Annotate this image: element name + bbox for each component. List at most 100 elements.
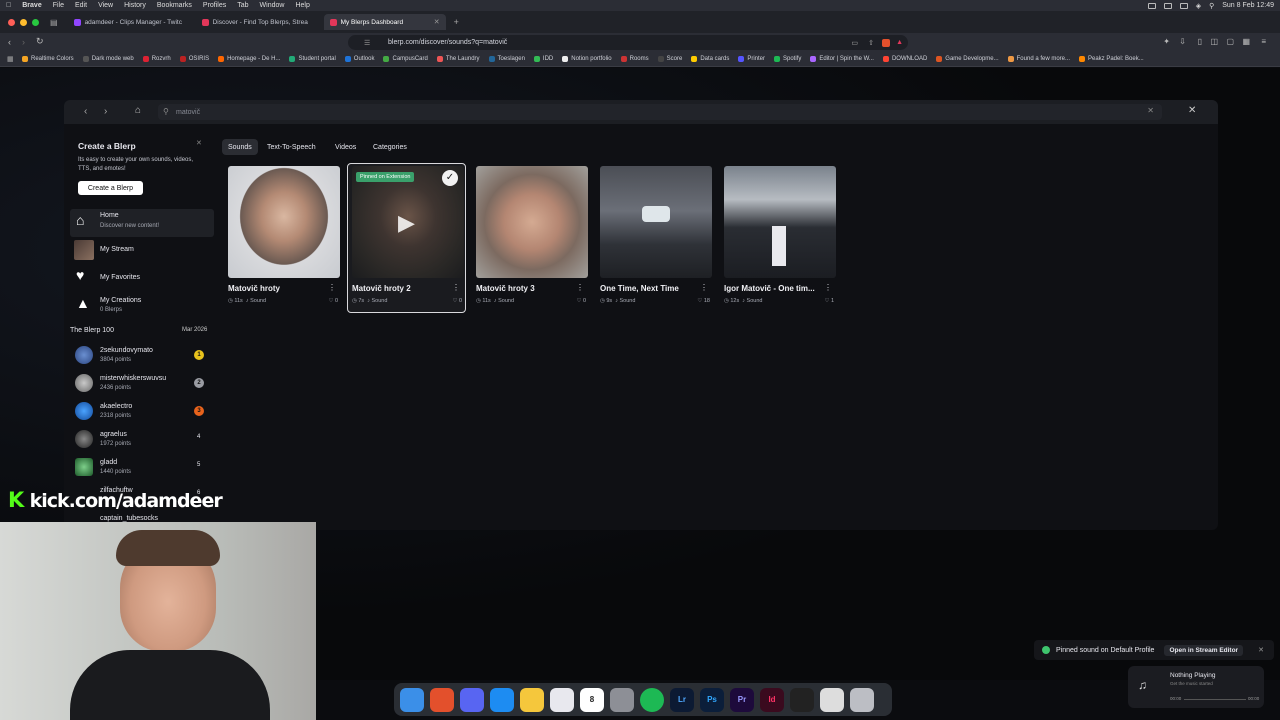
leo-icon[interactable]: ✦: [1163, 37, 1170, 46]
status-icon[interactable]: [1163, 2, 1172, 9]
launchpad-icon[interactable]: [550, 687, 574, 712]
brave-rewards-icon[interactable]: ▲: [896, 39, 903, 46]
bookmark-item[interactable]: DOWNLOAD: [882, 56, 927, 62]
brave-shields-icon[interactable]: [882, 38, 890, 47]
close-tab-icon[interactable]: ✕: [434, 18, 440, 26]
tab-text-to-speech[interactable]: Text-To-Speech: [261, 139, 322, 155]
back-icon[interactable]: ‹: [8, 37, 11, 47]
more-options-icon[interactable]: ⋮: [328, 283, 336, 292]
app-store-icon[interactable]: [490, 687, 514, 712]
sidebar-toggle-icon[interactable]: ▤: [50, 18, 58, 27]
sidebar-item-my-creations[interactable]: [70, 295, 214, 317]
sound-card-selected[interactable]: Pinned on Extension ✓ ▶ Matovič hroty 2 …: [352, 166, 464, 310]
menubar-clock[interactable]: Sun 8 Feb 12:49: [1222, 2, 1274, 9]
bookmark-item[interactable]: Rozvrh: [142, 56, 171, 62]
bookmark-item[interactable]: Found a few more...: [1007, 56, 1070, 62]
spotify-icon[interactable]: [640, 687, 664, 712]
close-panel-icon[interactable]: ✕: [196, 139, 202, 147]
tab-dashboard[interactable]: My Blerps Dashboard ✕: [323, 14, 446, 30]
system-settings-icon[interactable]: [610, 687, 634, 712]
bookmark-item[interactable]: Outlook: [344, 56, 374, 62]
sound-thumbnail[interactable]: [476, 166, 588, 278]
tab-categories[interactable]: Categories: [367, 139, 413, 155]
apple-icon[interactable]: : [6, 2, 11, 9]
bookmark-item[interactable]: OSIRIS: [179, 56, 209, 62]
sound-card[interactable]: Matovič hroty 3 ⋮ ◷ 11s ♪ Sound ♡ 0: [476, 166, 588, 310]
more-options-icon[interactable]: ⋮: [700, 283, 708, 292]
sidebar-item-my-favorites[interactable]: [70, 268, 214, 288]
figma-icon[interactable]: [790, 687, 814, 712]
menu-file[interactable]: File: [53, 2, 64, 9]
activity-monitor-icon[interactable]: [820, 687, 844, 712]
bookmark-item[interactable]: Rooms: [620, 56, 649, 62]
discord-icon[interactable]: [460, 687, 484, 712]
premiere-icon[interactable]: Pr: [730, 687, 754, 712]
tab-sounds[interactable]: Sounds: [222, 139, 258, 155]
bookmark-item[interactable]: Peakz Padel: Boek...: [1079, 56, 1144, 62]
menu-help[interactable]: Help: [295, 2, 309, 9]
download-icon[interactable]: ⇩: [1179, 37, 1186, 46]
search-icon[interactable]: ⚲: [1209, 2, 1214, 10]
status-icon[interactable]: [1179, 2, 1188, 9]
more-options-icon[interactable]: ⋮: [452, 283, 460, 292]
forward-icon[interactable]: ›: [22, 37, 25, 47]
tab-clips-manager[interactable]: adamdeer - Clips Manager - Twitc: [68, 14, 190, 30]
bookmark-item[interactable]: The Laundry: [436, 56, 480, 62]
bookmark-item[interactable]: Spotify: [774, 56, 801, 62]
bookmark-item[interactable]: Homepage - De H...: [218, 56, 280, 62]
back-icon[interactable]: ‹: [84, 106, 87, 117]
bookmark-item[interactable]: Student portal: [289, 56, 336, 62]
photoshop-icon[interactable]: Ps: [700, 687, 724, 712]
bookmark-item[interactable]: Realtime Colors: [22, 56, 74, 62]
close-toast-icon[interactable]: ✕: [1258, 646, 1264, 654]
search-input[interactable]: ⚲ matovič ✕: [158, 104, 1162, 120]
address-bar[interactable]: ☰ blerp.com/discover/sounds?q=matovič ▭ …: [348, 35, 908, 50]
clear-search-icon[interactable]: ✕: [1147, 106, 1154, 115]
menu-tab[interactable]: Tab: [237, 2, 248, 9]
apps-grid-icon[interactable]: ▦: [7, 55, 14, 63]
extensions-icon[interactable]: ▦: [1242, 37, 1250, 46]
sound-card[interactable]: Igor Matovič - One tim... ⋮ ◷ 12s ♪ Soun…: [724, 166, 836, 310]
more-options-icon[interactable]: ⋮: [576, 283, 584, 292]
share-icon[interactable]: ⇧: [868, 39, 874, 47]
sound-thumbnail[interactable]: [228, 166, 340, 278]
bookmark-item[interactable]: Data cards: [691, 56, 729, 62]
new-tab-button[interactable]: +: [454, 17, 459, 27]
site-info-icon[interactable]: ☰: [364, 39, 370, 47]
sound-thumbnail[interactable]: [600, 166, 712, 278]
menu-bookmarks[interactable]: Bookmarks: [157, 2, 192, 9]
calendar-icon[interactable]: 8: [580, 687, 604, 712]
wifi-icon[interactable]: ◈: [1196, 2, 1201, 10]
tab-manager-icon[interactable]: ▯: [1198, 37, 1202, 46]
progress-track[interactable]: [1184, 699, 1246, 700]
sound-card[interactable]: Matovič hroty ⋮ ◷ 11s ♪ Sound ♡ 0: [228, 166, 340, 310]
menu-profiles[interactable]: Profiles: [203, 2, 226, 9]
menu-brave[interactable]: Brave: [22, 2, 41, 9]
play-icon[interactable]: ▶: [398, 210, 415, 236]
menu-icon[interactable]: ≡: [1261, 37, 1266, 46]
bookmark-item[interactable]: Editor | Spin the W...: [810, 56, 874, 62]
menu-view[interactable]: View: [98, 2, 113, 9]
trash-icon[interactable]: [850, 687, 874, 712]
sidebar-icon[interactable]: ◫: [1210, 37, 1218, 46]
wallet-icon[interactable]: ▢: [1226, 37, 1234, 46]
minimize-window-button[interactable]: [20, 18, 27, 26]
brave-icon[interactable]: [430, 687, 454, 712]
forward-icon[interactable]: ›: [104, 106, 107, 117]
bookmark-item[interactable]: IDD: [533, 56, 553, 62]
menu-history[interactable]: History: [124, 2, 146, 9]
finder-icon[interactable]: [400, 687, 424, 712]
reload-icon[interactable]: ↻: [36, 36, 44, 47]
bookmark-item[interactable]: Toeslagen: [488, 56, 525, 62]
indesign-icon[interactable]: Id: [760, 687, 784, 712]
status-icon[interactable]: [1147, 2, 1156, 9]
bookmark-item[interactable]: Notion portfolio: [562, 56, 612, 62]
close-window-button[interactable]: [8, 18, 15, 26]
create-blerp-button[interactable]: Create a Blerp: [78, 181, 143, 195]
bookmark-item[interactable]: CampusCard: [383, 56, 428, 62]
bookmark-item[interactable]: Score: [657, 56, 682, 62]
tab-videos[interactable]: Videos: [329, 139, 362, 155]
sound-card[interactable]: One Time, Next Time ⋮ ◷ 9s ♪ Sound ♡ 18: [600, 166, 712, 310]
bookmark-item[interactable]: Printer: [738, 56, 765, 62]
cast-icon[interactable]: ▭: [851, 39, 858, 47]
